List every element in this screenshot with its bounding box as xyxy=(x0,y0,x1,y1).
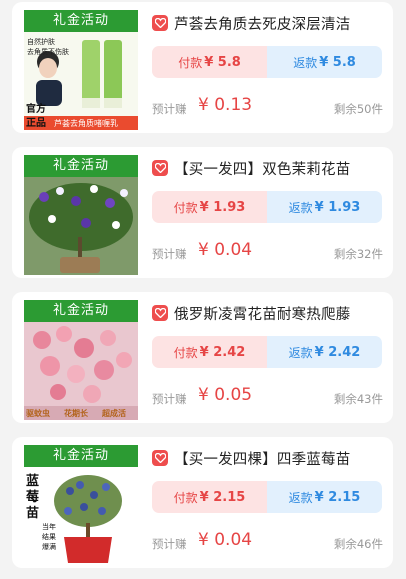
image-text: 结果 xyxy=(42,532,56,541)
heart-icon xyxy=(152,305,168,321)
product-image-blueberry: 蓝 莓 苗 当年 结果 爆满 xyxy=(24,467,138,565)
refund-amount: ¥ 1.93 xyxy=(314,199,361,215)
refund-amount: ¥ 2.15 xyxy=(314,489,361,505)
product-thumbnail[interactable]: 礼金活动 自然护肤 去角质不伤肤 官方 正品 芦荟去角质啫喱乳 xyxy=(24,10,138,130)
promo-banner: 礼金活动 xyxy=(24,10,138,32)
estimated-earn-label: 预计赚 xyxy=(152,537,187,551)
promo-banner: 礼金活动 xyxy=(24,300,138,322)
refund-label: 返款 xyxy=(288,490,313,505)
promo-banner: 礼金活动 xyxy=(24,155,138,177)
refund-label: 返款 xyxy=(293,55,318,70)
product-image-trumpet-vine: 驱蚊虫 花期长 超成活 xyxy=(24,322,138,420)
image-text: 超成活 xyxy=(101,408,126,418)
price-bar: 付款 ¥ 1.93 返款 ¥ 1.93 xyxy=(152,191,382,223)
pay-label: 付款 xyxy=(173,345,198,360)
image-text: 芦荟去角质啫喱乳 xyxy=(54,118,118,128)
title-row[interactable]: 俄罗斯凌霄花苗耐寒热爬藤 xyxy=(152,302,384,324)
pay-price: 付款 ¥ 2.42 xyxy=(152,336,267,368)
pay-price: 付款 ¥ 1.93 xyxy=(152,191,267,223)
title-row[interactable]: 【买一发四棵】四季蓝莓苗 xyxy=(152,447,384,469)
heart-icon xyxy=(152,450,168,466)
product-title: 【买一发四棵】四季蓝莓苗 xyxy=(174,451,351,468)
estimated-earn-label: 预计赚 xyxy=(152,102,187,116)
pay-amount: ¥ 1.93 xyxy=(199,199,246,215)
refund-price: 返款 ¥ 5.8 xyxy=(267,46,382,78)
pay-price: 付款 ¥ 5.8 xyxy=(152,46,267,78)
price-bar: 付款 ¥ 5.8 返款 ¥ 5.8 xyxy=(152,46,382,78)
product-image-jasmine xyxy=(24,177,138,275)
refund-amount: ¥ 5.8 xyxy=(319,54,356,70)
stock-remaining: 剩余46件 xyxy=(333,537,383,551)
image-text: 驱蚊虫 xyxy=(26,408,50,418)
refund-label: 返款 xyxy=(288,200,313,215)
estimated-earn-value: ¥ 0.05 xyxy=(198,385,253,405)
price-bar: 付款 ¥ 2.15 返款 ¥ 2.15 xyxy=(152,481,382,513)
image-text: 正品 xyxy=(26,117,46,129)
refund-label: 返款 xyxy=(288,345,313,360)
image-text: 花期长 xyxy=(64,408,89,418)
product-image-skincare: 自然护肤 去角质不伤肤 官方 正品 芦荟去角质啫喱乳 xyxy=(24,32,138,130)
pay-label: 付款 xyxy=(173,200,198,215)
product-title: 俄罗斯凌霄花苗耐寒热爬藤 xyxy=(174,306,351,323)
image-text: 去角质不伤肤 xyxy=(27,47,69,56)
heart-icon xyxy=(152,160,168,176)
estimated-earn-value: ¥ 0.04 xyxy=(198,530,253,550)
product-card[interactable]: 礼金活动 蓝 莓 苗 当年 结果 爆满 【买一发四棵】四季蓝莓苗 付款 ¥ 2.… xyxy=(12,437,393,568)
product-title: 【买一发四】双色茉莉花苗 xyxy=(174,161,351,178)
title-row[interactable]: 【买一发四】双色茉莉花苗 xyxy=(152,157,384,179)
refund-price: 返款 ¥ 1.93 xyxy=(267,191,382,223)
estimated-earn-label: 预计赚 xyxy=(152,247,187,261)
refund-amount: ¥ 2.42 xyxy=(314,344,361,360)
promo-banner: 礼金活动 xyxy=(24,445,138,467)
product-card[interactable]: 礼金活动 驱蚊虫 花期长 超成活 俄罗斯凌霄花苗耐寒热爬藤 付款 ¥ 2.42 … xyxy=(12,292,393,423)
pay-amount: ¥ 2.15 xyxy=(199,489,246,505)
stock-remaining: 剩余43件 xyxy=(333,392,383,406)
stock-remaining: 剩余50件 xyxy=(333,102,383,116)
pay-amount: ¥ 5.8 xyxy=(204,54,241,70)
image-text: 自然护肤 xyxy=(27,37,55,46)
refund-price: 返款 ¥ 2.42 xyxy=(267,336,382,368)
stock-remaining: 剩余32件 xyxy=(333,247,383,261)
title-row[interactable]: 芦荟去角质去死皮深层清洁 xyxy=(152,12,384,34)
estimated-earn-label: 预计赚 xyxy=(152,392,187,406)
product-title: 芦荟去角质去死皮深层清洁 xyxy=(174,16,351,33)
price-bar: 付款 ¥ 2.42 返款 ¥ 2.42 xyxy=(152,336,382,368)
estimated-earn-value: ¥ 0.04 xyxy=(198,240,253,260)
product-card[interactable]: 礼金活动 【买一发四】双色茉莉花苗 付款 ¥ 1.93 返款 ¥ 1.93 预计… xyxy=(12,147,393,278)
product-card[interactable]: 礼金活动 自然护肤 去角质不伤肤 官方 正品 芦荟去角质啫喱乳 芦荟去角质去死皮… xyxy=(12,2,393,133)
image-text: 当年 xyxy=(42,522,56,531)
pay-price: 付款 ¥ 2.15 xyxy=(152,481,267,513)
pay-label: 付款 xyxy=(178,55,203,70)
product-thumbnail[interactable]: 礼金活动 驱蚊虫 花期长 超成活 xyxy=(24,300,138,420)
image-text: 爆满 xyxy=(42,542,56,551)
image-text: 官方 xyxy=(26,102,46,115)
refund-price: 返款 ¥ 2.15 xyxy=(267,481,382,513)
product-thumbnail[interactable]: 礼金活动 xyxy=(24,155,138,275)
image-text: 蓝 xyxy=(26,473,39,489)
image-text: 苗 xyxy=(26,505,39,521)
heart-icon xyxy=(152,15,168,31)
estimated-earn-value: ¥ 0.13 xyxy=(198,95,253,115)
pay-label: 付款 xyxy=(173,490,198,505)
product-thumbnail[interactable]: 礼金活动 蓝 莓 苗 当年 结果 爆满 xyxy=(24,445,138,565)
pay-amount: ¥ 2.42 xyxy=(199,344,246,360)
image-text: 莓 xyxy=(26,489,39,505)
